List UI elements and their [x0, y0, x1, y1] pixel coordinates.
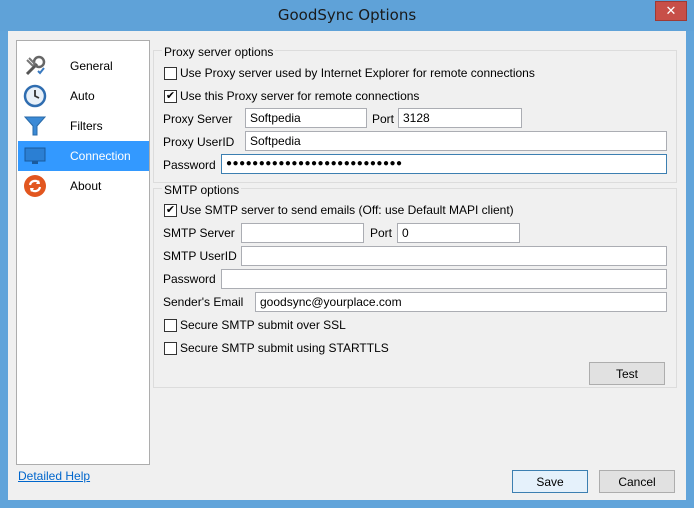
sidebar-item-label: Filters [70, 119, 103, 133]
proxy-password-label: Password [163, 158, 216, 172]
funnel-icon [20, 111, 50, 141]
detailed-help-link[interactable]: Detailed Help [18, 469, 90, 483]
checkbox-label: Secure SMTP submit using STARTTLS [180, 341, 389, 355]
checkbox-box [164, 341, 177, 355]
sidebar-item-connection[interactable]: Connection [18, 141, 149, 171]
smtp-userid-label: SMTP UserID [163, 249, 237, 263]
sidebar-item-filters[interactable]: Filters [18, 111, 149, 141]
proxy-server-label: Proxy Server [163, 112, 233, 126]
sidebar-item-label: General [70, 59, 113, 73]
smtp-server-input[interactable] [241, 223, 364, 243]
test-button[interactable]: Test [589, 362, 665, 385]
sender-email-label: Sender's Email [163, 295, 244, 309]
title-bar[interactable]: GoodSync Options ✕ [0, 0, 694, 31]
sidebar-item-label: About [70, 179, 102, 193]
sender-email-input[interactable]: goodsync@yourplace.com [255, 292, 667, 312]
sidebar-item-general[interactable]: General [18, 51, 149, 81]
options-window: GoodSync Options ✕ General Auto Filters … [0, 0, 694, 508]
checkmark-icon: ✔ [164, 89, 177, 103]
smtp-port-label: Port [370, 226, 393, 240]
close-icon: ✕ [665, 3, 677, 18]
proxy-group-label: Proxy server options [162, 45, 276, 59]
window-title: GoodSync Options [277, 6, 417, 24]
sidebar-item-label: Auto [70, 89, 95, 103]
proxy-port-label: Port [372, 112, 395, 126]
ssl-checkbox[interactable]: Secure SMTP submit over SSL [164, 318, 346, 332]
proxy-port-input[interactable]: 3128 [398, 108, 522, 128]
proxy-userid-input[interactable]: Softpedia [245, 131, 667, 151]
sidebar-item-label: Connection [70, 149, 131, 163]
clock-icon [20, 81, 50, 111]
tools-icon [20, 51, 50, 81]
smtp-password-input[interactable] [221, 269, 667, 289]
checkbox-label: Use this Proxy server for remote connect… [180, 89, 420, 103]
proxy-userid-label: Proxy UserID [163, 135, 235, 149]
checkmark-icon: ✔ [164, 203, 177, 217]
sync-icon [20, 171, 50, 201]
use-this-proxy-checkbox[interactable]: ✔ Use this Proxy server for remote conne… [164, 89, 419, 103]
checkbox-label: Use Proxy server used by Internet Explor… [180, 66, 535, 80]
close-button[interactable]: ✕ [655, 1, 687, 21]
checkbox-label: Use SMTP server to send emails (Off: use… [180, 203, 514, 217]
smtp-port-input[interactable]: 0 [397, 223, 520, 243]
proxy-server-input[interactable]: Softpedia [245, 108, 367, 128]
sidebar-item-about[interactable]: About [18, 171, 149, 201]
starttls-checkbox[interactable]: Secure SMTP submit using STARTTLS [164, 341, 389, 355]
smtp-userid-input[interactable] [241, 246, 667, 266]
smtp-server-label: SMTP Server [163, 226, 235, 240]
proxy-password-input[interactable]: ●●●●●●●●●●●●●●●●●●●●●●●●●●● [221, 154, 667, 174]
monitor-icon [20, 141, 50, 171]
use-ie-proxy-checkbox[interactable]: Use Proxy server used by Internet Explor… [164, 66, 535, 80]
smtp-group-label: SMTP options [162, 183, 242, 197]
smtp-password-label: Password [163, 272, 216, 286]
cancel-button[interactable]: Cancel [599, 470, 675, 493]
use-smtp-checkbox[interactable]: ✔ Use SMTP server to send emails (Off: u… [164, 203, 514, 217]
save-button[interactable]: Save [512, 470, 588, 493]
sidebar-item-auto[interactable]: Auto [18, 81, 149, 111]
category-list: General Auto Filters Connection About [16, 40, 150, 465]
checkbox-box [164, 318, 177, 332]
checkbox-box [164, 66, 177, 80]
checkbox-label: Secure SMTP submit over SSL [180, 318, 346, 332]
dialog-body: General Auto Filters Connection About Pr… [8, 31, 686, 500]
